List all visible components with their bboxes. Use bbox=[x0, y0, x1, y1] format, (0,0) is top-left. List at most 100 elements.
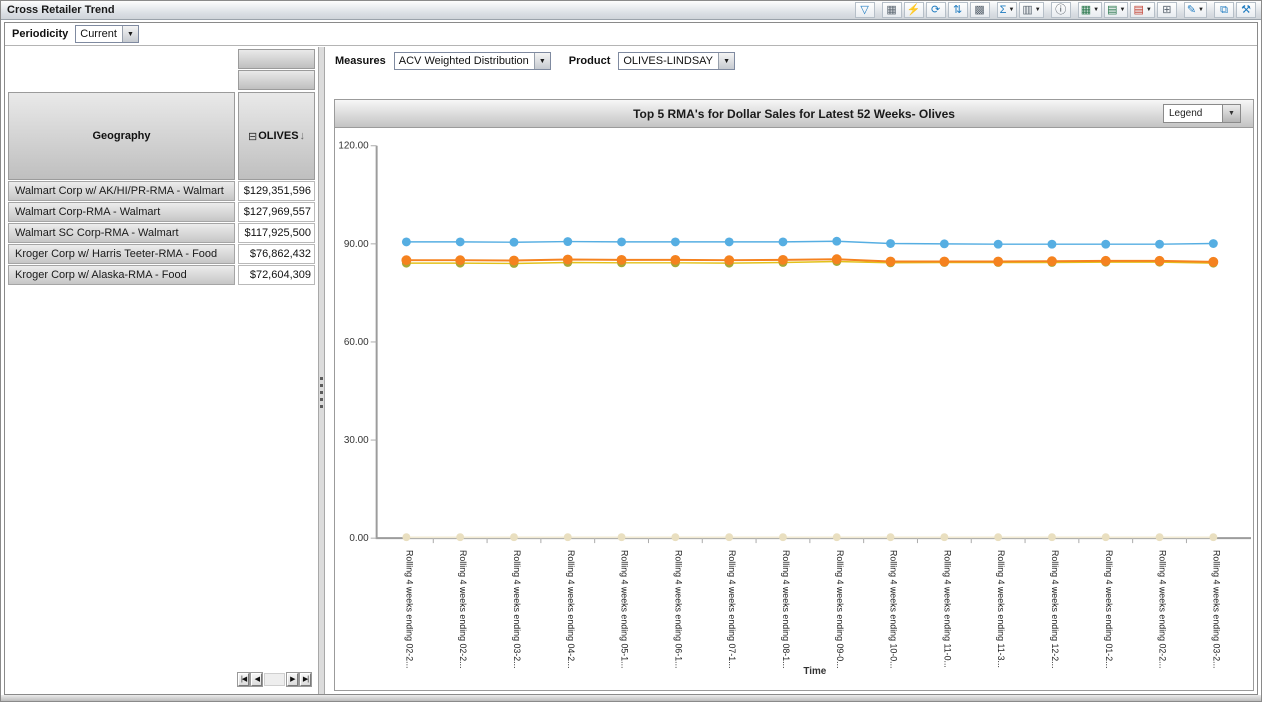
chart-axes bbox=[377, 146, 1251, 538]
toolbar-export-powerpoint-button[interactable]: ▤▼ bbox=[1130, 2, 1154, 18]
table-row: Walmart Corp-RMA - Walmart$127,969,557 bbox=[8, 202, 315, 223]
toolbar-conditional-format-button[interactable]: ▩ bbox=[970, 2, 990, 18]
toolbar-table-totals-button[interactable]: ▦ bbox=[882, 2, 902, 18]
toolbar-quick-calc-button[interactable]: ⚡ bbox=[904, 2, 924, 18]
pager-prev-button[interactable]: ◀ bbox=[251, 673, 262, 686]
data-point bbox=[724, 255, 734, 265]
y-tick-label: 0.00 bbox=[349, 533, 369, 544]
product-select[interactable]: OLIVES-LINDSAY ▼ bbox=[618, 52, 735, 70]
app-window: Cross Retailer Trend ▽▦⚡⟳⇅▩Σ▼▥▼ⓘ▦▼▤▼▤▼⊞✎… bbox=[0, 0, 1262, 702]
toolbar-report-options-button[interactable]: ⊞ bbox=[1157, 2, 1177, 18]
pager-track bbox=[264, 673, 284, 686]
grid-corner-cell-2 bbox=[238, 70, 315, 90]
pager-next-button[interactable]: ▶ bbox=[287, 673, 298, 686]
edit-chevron-down-icon[interactable]: ▼ bbox=[1198, 7, 1204, 13]
view-layout-icon: ▥ bbox=[1022, 5, 1032, 16]
y-tick-label: 90.00 bbox=[344, 239, 369, 250]
export-excel-report-chevron-down-icon[interactable]: ▼ bbox=[1120, 7, 1126, 13]
data-point bbox=[563, 237, 572, 246]
legend-chevron-down-icon[interactable]: ▼ bbox=[1223, 104, 1241, 123]
value-cell: $129,351,596 bbox=[238, 181, 315, 201]
toolbar-export-excel-grid-button[interactable]: ▦▼ bbox=[1078, 2, 1102, 18]
toolbar-export-excel-report-button[interactable]: ▤▼ bbox=[1104, 2, 1128, 18]
view-layout-chevron-down-icon[interactable]: ▼ bbox=[1035, 7, 1041, 13]
x-axis-title: Time bbox=[803, 666, 826, 677]
data-point bbox=[402, 237, 411, 246]
edit-icon: ✎ bbox=[1187, 5, 1196, 16]
periodicity-value: Current bbox=[76, 26, 122, 42]
toolbar-copy-button[interactable]: ⧉ bbox=[1214, 2, 1234, 18]
geography-cell[interactable]: Kroger Corp w/ Harris Teeter-RMA - Food bbox=[8, 244, 235, 264]
export-excel-report-icon: ▤ bbox=[1107, 5, 1117, 16]
toolbar: ▽▦⚡⟳⇅▩Σ▼▥▼ⓘ▦▼▤▼▤▼⊞✎▼⧉⚒ bbox=[853, 2, 1261, 18]
data-point bbox=[725, 533, 733, 541]
data-point bbox=[886, 239, 895, 248]
data-point bbox=[1155, 240, 1164, 249]
geography-cell[interactable]: Walmart SC Corp-RMA - Walmart bbox=[8, 223, 235, 243]
sort-descending-icon[interactable]: ↓ bbox=[300, 130, 306, 142]
value-cell: $72,604,309 bbox=[238, 265, 315, 285]
export-excel-grid-chevron-down-icon[interactable]: ▼ bbox=[1093, 7, 1099, 13]
sigma-functions-chevron-down-icon[interactable]: ▼ bbox=[1008, 7, 1014, 13]
chevron-down-icon[interactable]: ▼ bbox=[122, 26, 138, 42]
measures-value: ACV Weighted Distribution bbox=[395, 53, 534, 69]
table-row: Walmart SC Corp-RMA - Walmart$117,925,50… bbox=[8, 223, 315, 244]
quick-calc-icon: ⚡ bbox=[907, 5, 921, 16]
data-point bbox=[455, 255, 465, 265]
olives-column-header[interactable]: ⊟ OLIVES ↓ bbox=[238, 92, 315, 180]
data-point bbox=[456, 533, 464, 541]
data-point bbox=[1209, 533, 1217, 541]
data-point bbox=[940, 533, 948, 541]
chevron-down-icon[interactable]: ▼ bbox=[534, 53, 550, 69]
periodicity-select[interactable]: Current ▼ bbox=[75, 25, 139, 43]
data-point bbox=[671, 533, 679, 541]
x-tick-label: Rolling 4 weeks ending 07-1... bbox=[727, 550, 737, 669]
data-point bbox=[779, 533, 787, 541]
pager-first-button[interactable]: |◀ bbox=[238, 673, 249, 686]
toolbar-info-button[interactable]: ⓘ bbox=[1051, 2, 1071, 18]
toolbar-sort-button[interactable]: ⇅ bbox=[948, 2, 968, 18]
data-point bbox=[833, 533, 841, 541]
data-point bbox=[1047, 256, 1057, 266]
geography-column-header[interactable]: Geography bbox=[8, 92, 235, 180]
toolbar-sigma-functions-button[interactable]: Σ▼ bbox=[997, 2, 1018, 18]
data-point bbox=[618, 533, 626, 541]
data-point bbox=[994, 533, 1002, 541]
y-tick-label: 120.00 bbox=[338, 141, 369, 152]
table-row: Kroger Corp w/ Alaska-RMA - Food$72,604,… bbox=[8, 265, 315, 286]
x-tick-label: Rolling 4 weeks ending 01-2... bbox=[1104, 550, 1114, 669]
periodicity-label: Periodicity bbox=[12, 28, 68, 40]
table-row: Kroger Corp w/ Harris Teeter-RMA - Food$… bbox=[8, 244, 315, 265]
sigma-functions-icon: Σ bbox=[1000, 5, 1007, 16]
toolbar-view-layout-button[interactable]: ▥▼ bbox=[1019, 2, 1043, 18]
grid-rows: Walmart Corp w/ AK/HI/PR-RMA - Walmart$1… bbox=[8, 181, 315, 286]
x-tick-label: Rolling 4 weeks ending 05-1... bbox=[620, 550, 630, 669]
data-point bbox=[1156, 533, 1164, 541]
export-powerpoint-icon: ▤ bbox=[1133, 5, 1143, 16]
y-tick-label: 30.00 bbox=[344, 435, 369, 446]
measures-select[interactable]: ACV Weighted Distribution ▼ bbox=[394, 52, 551, 70]
geography-cell[interactable]: Walmart Corp w/ AK/HI/PR-RMA - Walmart bbox=[8, 181, 235, 201]
collapse-icon[interactable]: ⊟ bbox=[248, 130, 257, 143]
toolbar-refresh-button[interactable]: ⟳ bbox=[926, 2, 946, 18]
x-tick-label: Rolling 4 weeks ending 02-2... bbox=[404, 550, 414, 669]
geography-cell[interactable]: Walmart Corp-RMA - Walmart bbox=[8, 202, 235, 222]
toolbar-edit-button[interactable]: ✎▼ bbox=[1184, 2, 1207, 18]
periodicity-bar: Periodicity Current ▼ bbox=[5, 23, 1257, 46]
pager-last-button[interactable]: ▶| bbox=[300, 673, 311, 686]
export-powerpoint-chevron-down-icon[interactable]: ▼ bbox=[1146, 7, 1152, 13]
product-value: OLIVES-LINDSAY bbox=[619, 53, 718, 69]
chart-header: Top 5 RMA's for Dollar Sales for Latest … bbox=[335, 100, 1253, 128]
data-point bbox=[939, 257, 949, 267]
chevron-down-icon[interactable]: ▼ bbox=[718, 53, 734, 69]
panel-splitter[interactable] bbox=[318, 47, 325, 694]
chart-title: Top 5 RMA's for Dollar Sales for Latest … bbox=[633, 107, 955, 121]
legend-dropdown[interactable]: Legend bbox=[1163, 104, 1223, 123]
report-options-icon: ⊞ bbox=[1162, 5, 1171, 16]
x-tick-label: Rolling 4 weeks ending 12-2... bbox=[1050, 550, 1060, 669]
data-point bbox=[1208, 257, 1218, 267]
toolbar-design-tools-button[interactable]: ⚒ bbox=[1236, 2, 1256, 18]
data-point bbox=[832, 254, 842, 264]
geography-cell[interactable]: Kroger Corp w/ Alaska-RMA - Food bbox=[8, 265, 235, 285]
toolbar-filter-button[interactable]: ▽ bbox=[855, 2, 875, 18]
